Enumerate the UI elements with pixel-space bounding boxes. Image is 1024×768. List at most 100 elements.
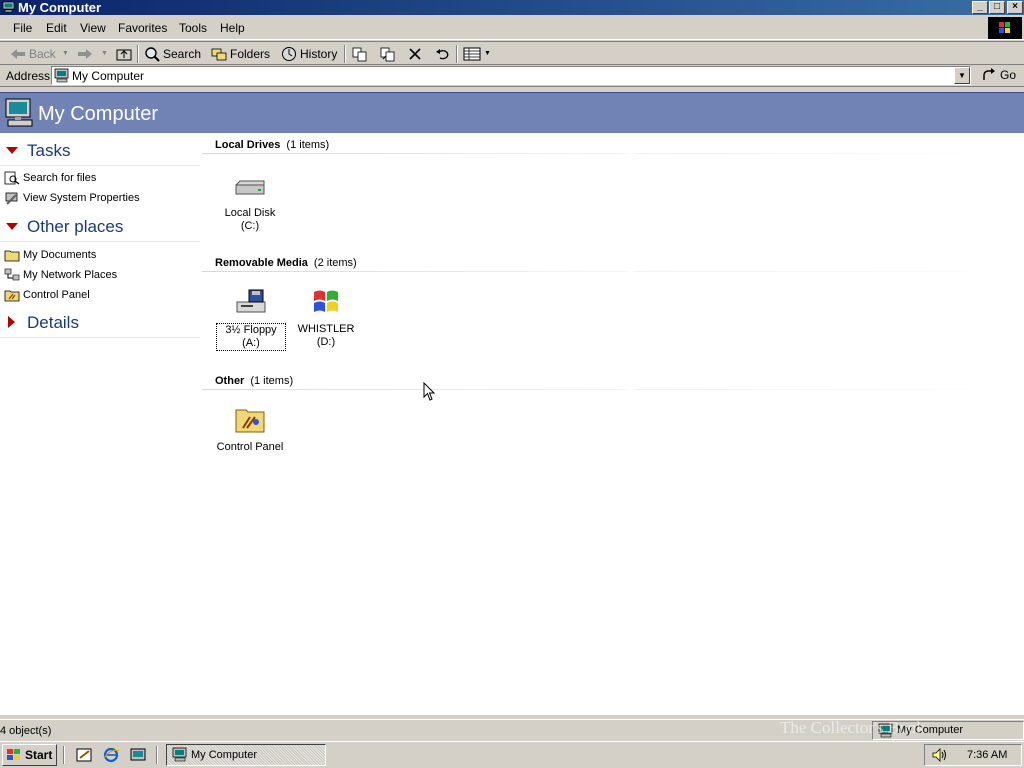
menu-help[interactable]: Help xyxy=(220,21,245,35)
group-header-other: Other (1 items) xyxy=(215,375,294,387)
media-player-icon[interactable] xyxy=(130,747,147,763)
system-tray: 7:36 AM xyxy=(924,744,1022,766)
folder-banner: My Computer xyxy=(0,92,1024,133)
control-panel-icon xyxy=(4,290,20,302)
windows-logo-icon xyxy=(7,749,20,760)
group-header-removable-media: Removable Media (2 items) xyxy=(215,257,357,269)
banner-title: My Computer xyxy=(38,103,159,125)
taskbar-separator xyxy=(63,746,65,764)
floppy-drive-a[interactable]: 3½ Floppy (A:) xyxy=(216,288,286,351)
menu-tools[interactable]: Tools xyxy=(179,21,207,35)
other-places-header[interactable]: Other places xyxy=(27,217,123,237)
search-button[interactable]: Search xyxy=(144,45,201,63)
title-bar[interactable]: My Computer _ □ × xyxy=(0,0,1024,15)
network-places-icon xyxy=(4,268,20,281)
watermark: The Collector's Book xyxy=(780,718,925,737)
start-button[interactable]: Start xyxy=(2,744,57,766)
menu-bar: File Edit View Favorites Tools Help xyxy=(0,16,1024,40)
group-header-local-drives: Local Drives (1 items) xyxy=(215,139,330,151)
go-button[interactable]: Go xyxy=(982,68,1016,82)
my-computer-icon xyxy=(5,98,33,127)
address-field[interactable]: My Computer ▼ xyxy=(51,66,971,85)
copy-to-icon xyxy=(380,47,395,62)
windows-cd-icon xyxy=(314,290,338,312)
tasks-header[interactable]: Tasks xyxy=(27,141,70,161)
views-icon xyxy=(463,47,481,61)
address-value: My Computer xyxy=(72,69,145,83)
computer-icon xyxy=(172,747,187,762)
go-arrow-icon xyxy=(983,68,995,80)
window-title: My Computer xyxy=(18,0,102,15)
content-pane: My Computer Tasks Search for files View … xyxy=(0,92,1024,715)
history-icon xyxy=(282,47,296,61)
undo-button[interactable] xyxy=(435,45,451,63)
search-icon xyxy=(145,47,160,62)
local-disk-c[interactable]: Local Disk (C:) xyxy=(215,180,285,233)
my-network-places-link[interactable]: My Network Places xyxy=(23,269,117,281)
group-divider xyxy=(202,153,968,154)
menu-favorites[interactable]: Favorites xyxy=(118,21,167,35)
up-button[interactable] xyxy=(116,45,132,63)
menu-file[interactable]: File xyxy=(13,21,32,35)
collapse-arrow-icon[interactable] xyxy=(6,223,18,231)
address-dropdown-button[interactable]: ▼ xyxy=(954,67,970,84)
forward-button[interactable] xyxy=(77,45,93,63)
taskbar: Start My Computer 7:36 AM xyxy=(0,741,1024,768)
delete-button[interactable] xyxy=(407,45,423,63)
control-panel-folder-icon xyxy=(235,409,265,433)
divider xyxy=(0,337,200,338)
divider xyxy=(0,241,200,242)
history-button[interactable]: History xyxy=(281,45,337,63)
internet-explorer-icon[interactable] xyxy=(103,747,120,763)
delete-icon xyxy=(409,48,421,60)
back-button[interactable]: Back xyxy=(10,45,56,63)
control-panel-link[interactable]: Control Panel xyxy=(23,289,90,301)
menu-view[interactable]: View xyxy=(80,21,106,35)
search-files-icon xyxy=(4,171,20,185)
computer-icon xyxy=(2,1,15,13)
menu-edit[interactable]: Edit xyxy=(46,21,67,35)
address-bar: Address My Computer ▼ Go xyxy=(0,65,1024,87)
search-for-files-link[interactable]: Search for files xyxy=(23,172,96,184)
copy-to-button[interactable] xyxy=(379,45,395,63)
group-divider xyxy=(202,271,968,272)
clock[interactable]: 7:36 AM xyxy=(967,745,1007,765)
taskbar-button-my-computer[interactable]: My Computer xyxy=(166,744,326,766)
toolbar-separator xyxy=(456,45,458,63)
close-button[interactable]: × xyxy=(1007,1,1023,14)
group-divider xyxy=(202,389,968,390)
control-panel-item[interactable]: Control Panel xyxy=(215,404,285,454)
hard-drive-icon xyxy=(235,180,265,195)
system-properties-icon xyxy=(5,192,18,205)
restore-button[interactable]: □ xyxy=(989,1,1005,14)
view-system-properties-link[interactable]: View System Properties xyxy=(23,192,140,204)
move-to-button[interactable] xyxy=(351,45,367,63)
up-folder-icon xyxy=(116,49,132,61)
forward-arrow-icon xyxy=(78,49,92,59)
volume-icon[interactable] xyxy=(931,747,949,763)
move-to-icon xyxy=(352,47,367,62)
show-desktop-icon[interactable] xyxy=(76,747,93,763)
my-documents-icon xyxy=(4,250,20,262)
undo-icon xyxy=(436,49,449,60)
my-documents-link[interactable]: My Documents xyxy=(23,249,96,261)
computer-icon xyxy=(54,68,69,83)
forward-dropdown-icon[interactable]: ▼ xyxy=(101,50,108,57)
back-dropdown-icon[interactable]: ▼ xyxy=(62,50,69,57)
cd-drive-whistler-d[interactable]: WHISTLER (D:) xyxy=(291,288,361,349)
views-button[interactable]: ▼ xyxy=(463,45,491,63)
back-arrow-icon xyxy=(11,49,25,59)
floppy-drive-icon xyxy=(236,289,266,313)
folders-button[interactable]: Folders xyxy=(211,45,270,63)
collapse-arrow-icon[interactable] xyxy=(6,147,18,155)
object-count: 4 object(s) xyxy=(0,725,52,737)
mouse-cursor-icon xyxy=(423,382,436,401)
minimize-button[interactable]: _ xyxy=(972,1,988,14)
expand-arrow-icon[interactable] xyxy=(8,316,16,328)
windows-throbber-icon xyxy=(988,17,1022,39)
toolbar-separator xyxy=(344,45,346,63)
toolbar: Back ▼ ▼ Search Folders History ▼ xyxy=(0,41,1024,65)
divider xyxy=(0,165,200,166)
toolbar-separator xyxy=(137,45,139,63)
details-header[interactable]: Details xyxy=(27,313,79,333)
